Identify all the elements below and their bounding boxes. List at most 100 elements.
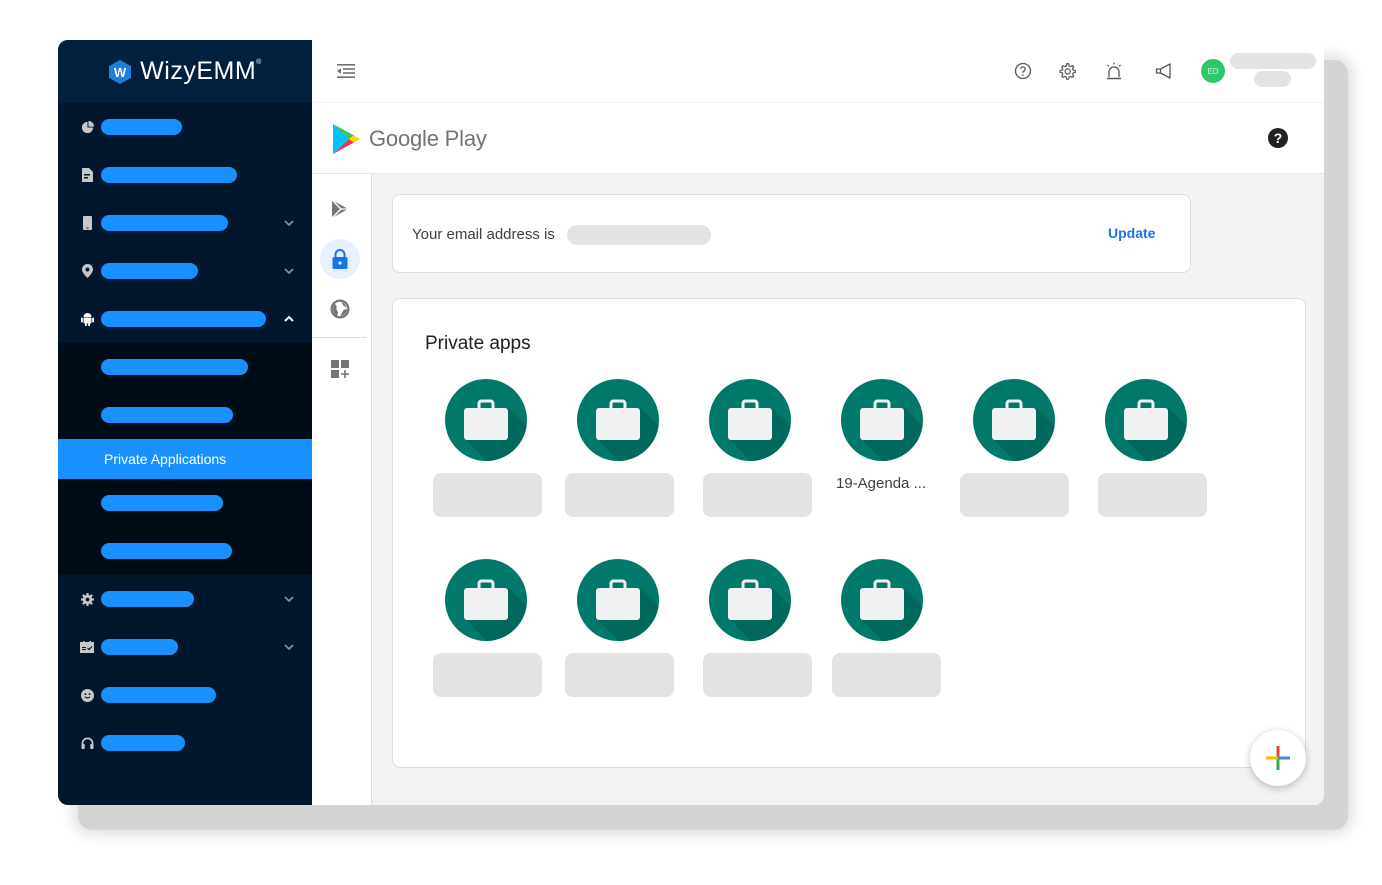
rail-web-apps[interactable] [320, 289, 360, 329]
app-name: 19-Agenda ... [836, 475, 927, 492]
wizyemm-logo[interactable]: W WizyEMM® [108, 57, 262, 86]
briefcase-app-icon [841, 559, 923, 641]
briefcase-app-icon [577, 559, 659, 641]
submenu-label-redacted [101, 495, 223, 511]
submenu-label-redacted [101, 407, 233, 423]
smiley-icon [80, 688, 94, 702]
app-tile[interactable] [832, 559, 942, 709]
app-window: W WizyEMM® Private Applications ED Googl… [58, 40, 1324, 805]
app-tile[interactable] [565, 379, 675, 529]
google-play-rail [312, 174, 372, 805]
sidebar-item-label-redacted [101, 591, 194, 607]
plus-icon [1266, 746, 1290, 770]
submenu-label: Private Applications [104, 451, 227, 467]
app-tile[interactable] [565, 559, 675, 709]
gear-icon [80, 592, 94, 606]
google-play-brand: Google Play [369, 126, 487, 151]
alarm-icon[interactable] [1103, 60, 1125, 82]
megaphone-icon[interactable] [1153, 60, 1175, 82]
rail-add-widget[interactable] [320, 349, 360, 389]
top-header: ED [312, 40, 1324, 103]
submenu-item[interactable] [58, 479, 312, 527]
chevron-up-icon[interactable] [282, 312, 296, 326]
headphones-icon [80, 736, 94, 750]
app-name-redacted [832, 653, 941, 697]
app-tile[interactable] [960, 379, 1070, 529]
sidebar-item-devices[interactable] [58, 199, 312, 247]
briefcase-app-icon [841, 379, 923, 461]
app-tile[interactable]: 19-Agenda ... [832, 379, 942, 529]
logo-text: WizyEMM® [140, 57, 262, 85]
app-name-redacted [703, 653, 812, 697]
logo-bar: W WizyEMM® [58, 40, 312, 103]
menu-fold-icon[interactable] [336, 61, 356, 81]
rail-divider [312, 337, 366, 338]
sidebar-item-label-redacted [101, 687, 216, 703]
submenu-item[interactable] [58, 527, 312, 575]
sidebar-item-label-redacted [101, 263, 198, 279]
document-icon [80, 168, 94, 182]
app-name-redacted [565, 653, 674, 697]
email-label: Your email address is [412, 226, 555, 243]
sidebar-item-label-redacted [101, 639, 178, 655]
briefcase-app-icon [973, 379, 1055, 461]
briefcase-app-icon [445, 559, 527, 641]
briefcase-app-icon [1105, 379, 1187, 461]
private-apps-card: Private apps 19-Agenda ... [392, 298, 1306, 768]
sidebar-item-feedback[interactable] [58, 671, 312, 719]
submenu-item-private-applications[interactable]: Private Applications [58, 439, 312, 479]
briefcase-app-icon [577, 379, 659, 461]
sidebar-item-label-redacted [101, 735, 185, 751]
submenu-item[interactable] [58, 391, 312, 439]
email-card: Your email address is Update [392, 194, 1191, 273]
sidebar-item-documents[interactable] [58, 151, 312, 199]
app-tile[interactable] [433, 559, 543, 709]
add-app-fab[interactable] [1250, 730, 1306, 786]
sidebar-item-label-redacted [101, 119, 182, 135]
chevron-down-icon[interactable] [282, 216, 296, 230]
sidebar-item-settings[interactable] [58, 575, 312, 623]
user-avatar[interactable]: ED [1201, 59, 1225, 83]
rail-private-apps[interactable] [320, 239, 360, 279]
chevron-down-icon[interactable] [282, 640, 296, 654]
help-icon[interactable]: ? [1268, 128, 1288, 148]
app-name-redacted [960, 473, 1069, 517]
calendar-check-icon [80, 640, 94, 654]
sidebar-item-geolocation[interactable] [58, 247, 312, 295]
email-value-redacted [567, 225, 711, 245]
help-circle-icon[interactable] [1012, 60, 1034, 82]
private-apps-title: Private apps [425, 333, 531, 354]
briefcase-app-icon [709, 559, 791, 641]
add-widget-icon [331, 360, 349, 378]
gear-icon[interactable] [1056, 60, 1078, 82]
rail-play-store[interactable] [320, 189, 360, 229]
app-name-redacted [565, 473, 674, 517]
google-play-content: Your email address is Update Private app… [372, 174, 1324, 805]
app-tile[interactable] [433, 379, 543, 529]
submenu-label-redacted [101, 359, 248, 375]
sidebar-item-label-redacted [101, 167, 237, 183]
app-tile[interactable] [1098, 379, 1208, 529]
chevron-down-icon[interactable] [282, 592, 296, 606]
google-play-header: Google Play ? [312, 104, 1324, 174]
svg-text:W: W [114, 65, 127, 80]
sidebar-item-support[interactable] [58, 719, 312, 767]
logo-hex-icon: W [109, 59, 132, 84]
lock-icon [332, 249, 348, 269]
update-email-button[interactable]: Update [1108, 225, 1155, 241]
android-submenu: Private Applications [58, 343, 312, 575]
submenu-item[interactable] [58, 343, 312, 391]
app-tile[interactable] [703, 559, 813, 709]
user-name-redacted[interactable] [1230, 53, 1316, 69]
app-tile[interactable] [703, 379, 813, 529]
globe-icon [330, 299, 350, 319]
app-name-redacted [1098, 473, 1207, 517]
sidebar-item-label-redacted [101, 215, 228, 231]
sidebar-item-android[interactable] [58, 295, 312, 343]
sidebar-item-dashboard[interactable] [58, 103, 312, 151]
chevron-down-icon[interactable] [282, 264, 296, 278]
sidebar: W WizyEMM® Private Applications [58, 40, 312, 805]
submenu-label-redacted [101, 543, 232, 559]
app-name-redacted [433, 473, 542, 517]
sidebar-item-tasks[interactable] [58, 623, 312, 671]
